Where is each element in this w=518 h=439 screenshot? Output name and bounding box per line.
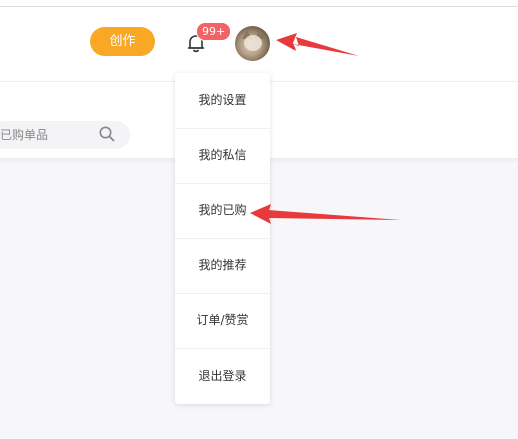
menu-item-settings[interactable]: 我的设置 [175,73,270,127]
avatar[interactable] [235,26,270,61]
menu-item-purchased[interactable]: 我的已购 [175,183,270,237]
create-button[interactable]: 创作 [90,27,155,56]
notification-badge: 99+ [196,22,232,41]
search-placeholder: 已购单品 [0,128,49,142]
menu-item-recommendations[interactable]: 我的推荐 [175,238,270,292]
search-icon[interactable] [98,125,116,143]
user-dropdown-menu: 我的设置 我的私信 我的已购 我的推荐 订单/赞赏 退出登录 [175,73,270,404]
menu-item-orders-tips[interactable]: 订单/赞赏 [175,293,270,347]
menu-item-logout[interactable]: 退出登录 [175,349,270,403]
page: 创作 99+ 已购单品 我的设置 我的私信 我的已购 我的推荐 订单/赞赏 退出… [0,0,518,439]
avatar-face [244,35,262,51]
menu-item-messages[interactable]: 我的私信 [175,128,270,182]
